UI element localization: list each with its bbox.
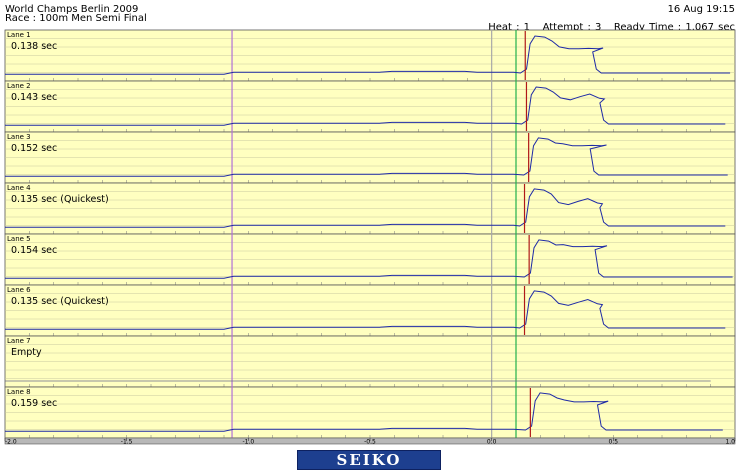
lane-name: Lane 2 bbox=[7, 82, 31, 90]
x-axis-tick-label: -2.0 bbox=[5, 439, 17, 446]
lane-reaction-time: 0.159 sec bbox=[11, 398, 57, 409]
lane-reaction-time: 0.138 sec bbox=[11, 41, 57, 52]
x-axis-tick-label: -0.5 bbox=[364, 439, 376, 446]
reaction-time-chart: Lane 1 0.138 sec Lane 2 0.143 sec Lane 3 0.15… bbox=[4, 29, 736, 446]
x-axis-tick-label: 0.0 bbox=[487, 439, 497, 446]
lane-name: Lane 3 bbox=[7, 133, 31, 141]
lane-name: Lane 5 bbox=[7, 235, 31, 243]
x-axis-tick-label: -1.5 bbox=[121, 439, 133, 446]
x-axis-tick-label: 1.0 bbox=[725, 439, 735, 446]
lane-name: Lane 8 bbox=[7, 388, 31, 396]
lane-reaction-time: Empty bbox=[11, 347, 42, 358]
lane-reaction-time: 0.143 sec bbox=[11, 92, 57, 103]
lane-reaction-time: 0.152 sec bbox=[11, 143, 57, 154]
lane-name: Lane 6 bbox=[7, 286, 31, 294]
x-axis-tick-label: 0.5 bbox=[609, 439, 619, 446]
lane-name: Lane 7 bbox=[7, 337, 31, 345]
lane-reaction-time: 0.135 sec (Quickest) bbox=[11, 296, 109, 307]
x-axis-tick-label: -1.0 bbox=[242, 439, 254, 446]
x-axis: -2.0 -1.5 -1.0 -0.5 0.0 0.5 1.0 bbox=[4, 437, 736, 446]
lane-reaction-time: 0.135 sec (Quickest) bbox=[11, 194, 109, 205]
seiko-logo-text: SEIKO bbox=[336, 451, 402, 469]
lane-reaction-time: 0.154 sec bbox=[11, 245, 57, 256]
seiko-logo: SEIKO bbox=[297, 450, 441, 470]
lane-panel-7: Lane 7 Empty bbox=[4, 335, 736, 388]
lane-name: Lane 4 bbox=[7, 184, 31, 192]
lane-name: Lane 1 bbox=[7, 31, 31, 39]
